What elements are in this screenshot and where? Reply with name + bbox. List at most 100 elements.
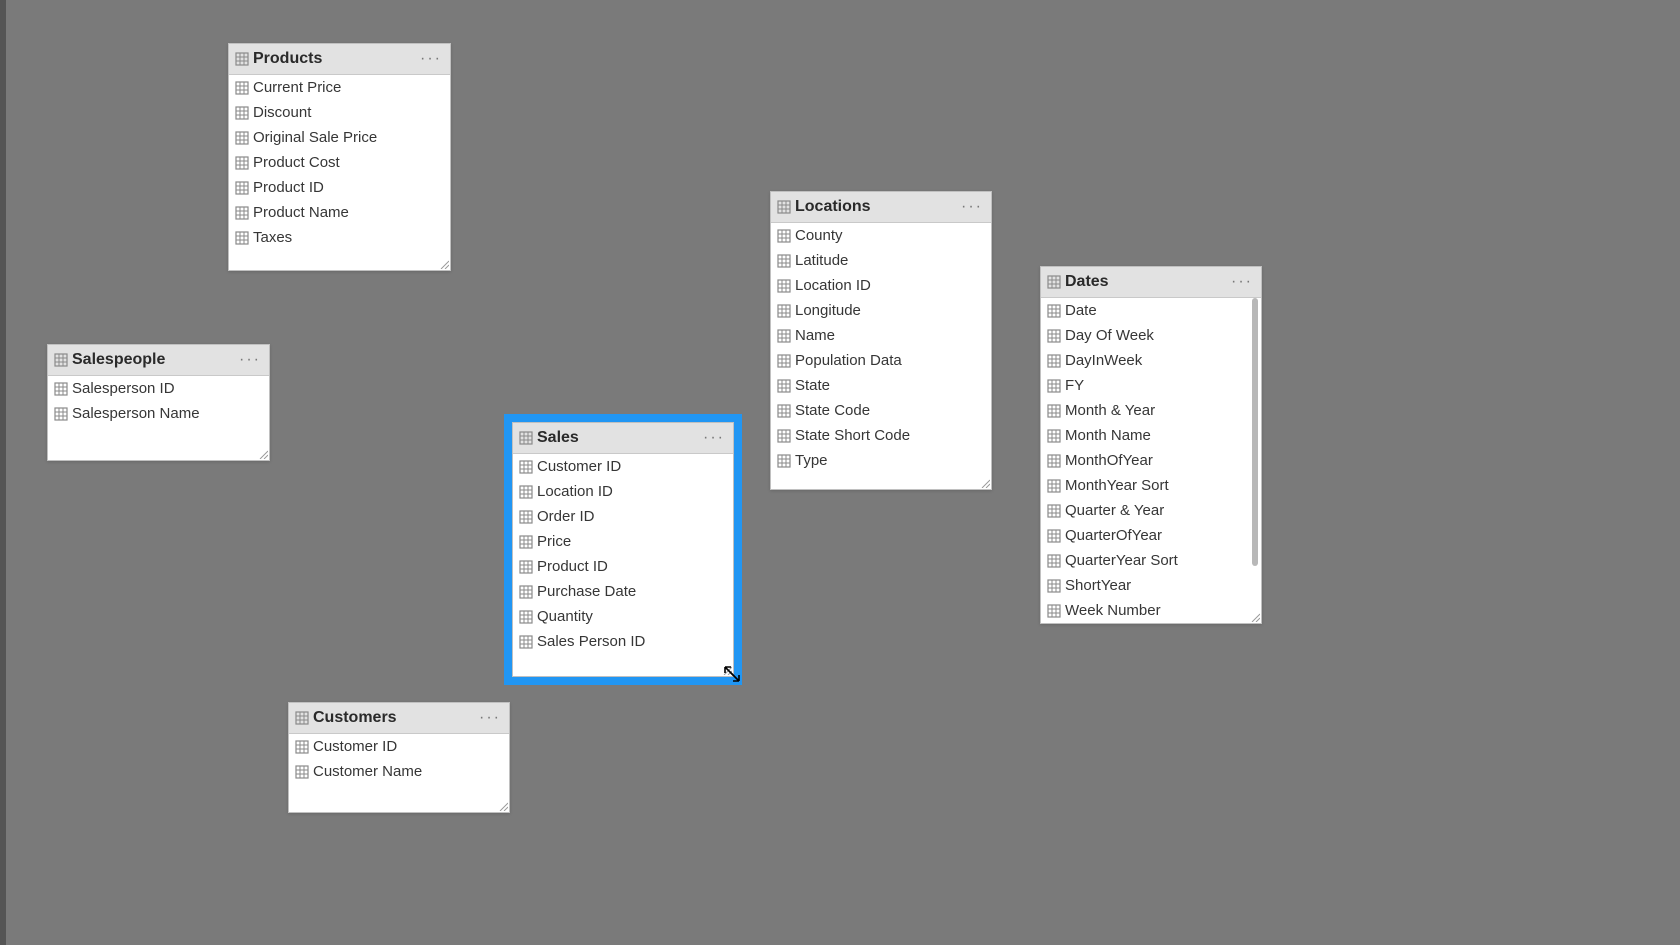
field-item[interactable]: Product Name (229, 200, 450, 225)
field-icon (235, 156, 249, 170)
scrollbar[interactable] (1252, 298, 1260, 613)
field-item[interactable]: Name (771, 323, 991, 348)
more-options-icon[interactable]: ··· (477, 709, 503, 727)
resize-grip-icon[interactable] (258, 449, 268, 459)
table-title: Salespeople (72, 351, 237, 369)
field-item[interactable]: QuarterYear Sort (1041, 548, 1261, 573)
field-label: QuarterOfYear (1065, 527, 1162, 544)
table-header[interactable]: Sales··· (513, 423, 733, 454)
field-item[interactable]: Location ID (513, 479, 733, 504)
field-item[interactable]: Month & Year (1041, 398, 1261, 423)
resize-grip-icon[interactable] (498, 801, 508, 811)
field-item[interactable]: Purchase Date (513, 579, 733, 604)
field-item[interactable]: Customer ID (289, 734, 509, 759)
table-card-customers[interactable]: Customers··· Customer ID Customer Name (288, 702, 510, 813)
scrollbar-thumb[interactable] (1252, 298, 1258, 566)
field-item[interactable]: DayInWeek (1041, 348, 1261, 373)
field-item[interactable]: Product Cost (229, 150, 450, 175)
field-item[interactable]: Customer ID (513, 454, 733, 479)
field-item[interactable]: Original Sale Price (229, 125, 450, 150)
resize-grip-icon[interactable] (980, 478, 990, 488)
table-header[interactable]: Products··· (229, 44, 450, 75)
field-item[interactable]: Location ID (771, 273, 991, 298)
field-label: Customer ID (313, 738, 397, 755)
resize-grip-icon[interactable] (1250, 612, 1260, 622)
field-label: Taxes (253, 229, 292, 246)
field-item[interactable]: County (771, 223, 991, 248)
field-item[interactable]: Quantity (513, 604, 733, 629)
field-item[interactable]: Product ID (229, 175, 450, 200)
table-header[interactable]: Salespeople··· (48, 345, 269, 376)
resize-grip-icon[interactable] (722, 665, 732, 675)
field-item[interactable]: Type (771, 448, 991, 473)
more-options-icon[interactable]: ··· (1229, 273, 1255, 291)
field-label: Original Sale Price (253, 129, 377, 146)
table-header[interactable]: Locations··· (771, 192, 991, 223)
field-item[interactable]: Quarter & Year (1041, 498, 1261, 523)
table-title: Sales (537, 429, 701, 447)
field-item[interactable]: Date (1041, 298, 1261, 323)
field-list: DateDay Of WeekDayInWeekFYMonth & YearMo… (1041, 298, 1261, 623)
field-label: DayInWeek (1065, 352, 1142, 369)
field-icon (519, 610, 533, 624)
field-item[interactable]: Taxes (229, 225, 450, 250)
field-item[interactable]: Longitude (771, 298, 991, 323)
field-item[interactable]: Product ID (513, 554, 733, 579)
field-item[interactable]: Discount (229, 100, 450, 125)
field-item[interactable]: Order ID (513, 504, 733, 529)
table-card-products[interactable]: Products···Current PriceDiscount Original… (228, 43, 451, 271)
field-item[interactable]: MonthYear Sort (1041, 473, 1261, 498)
field-icon (1047, 579, 1061, 593)
field-item[interactable]: Salesperson ID (48, 376, 269, 401)
more-options-icon[interactable]: ··· (701, 429, 727, 447)
field-item[interactable]: Latitude (771, 248, 991, 273)
field-label: Order ID (537, 508, 595, 525)
field-icon (235, 131, 249, 145)
field-icon (777, 454, 791, 468)
field-item[interactable]: Salesperson Name (48, 401, 269, 426)
field-icon (777, 354, 791, 368)
table-header[interactable]: Customers··· (289, 703, 509, 734)
table-card-locations[interactable]: Locations··· County Latitude Location ID Lon… (770, 191, 992, 490)
field-label: Quantity (537, 608, 593, 625)
more-options-icon[interactable]: ··· (959, 198, 985, 216)
field-item[interactable]: QuarterOfYear (1041, 523, 1261, 548)
table-header[interactable]: Dates··· (1041, 267, 1261, 298)
more-options-icon[interactable]: ··· (237, 351, 263, 369)
resize-grip-icon[interactable] (439, 259, 449, 269)
table-card-sales[interactable]: Sales···Customer IDLocation IDOrder IDPr… (512, 422, 734, 677)
field-item[interactable]: Week Number (1041, 598, 1261, 623)
field-icon (1047, 404, 1061, 418)
field-item[interactable]: MonthOfYear (1041, 448, 1261, 473)
field-item[interactable]: FY (1041, 373, 1261, 398)
field-label: Week Number (1065, 602, 1161, 619)
field-icon (519, 485, 533, 499)
field-icon (519, 585, 533, 599)
field-item[interactable]: Customer Name (289, 759, 509, 784)
table-title: Dates (1065, 273, 1229, 291)
field-item[interactable]: Current Price (229, 75, 450, 100)
left-edge-strip (0, 0, 6, 945)
field-item[interactable]: ShortYear (1041, 573, 1261, 598)
field-item[interactable]: State Code (771, 398, 991, 423)
field-item[interactable]: Price (513, 529, 733, 554)
field-item[interactable]: Population Data (771, 348, 991, 373)
field-label: FY (1065, 377, 1084, 394)
field-label: Latitude (795, 252, 848, 269)
field-item[interactable]: Sales Person ID (513, 629, 733, 654)
field-item[interactable]: Month Name (1041, 423, 1261, 448)
table-card-salespeople[interactable]: Salespeople···Salesperson IDSalesperson … (47, 344, 270, 461)
more-options-icon[interactable]: ··· (418, 50, 444, 68)
field-icon (235, 206, 249, 220)
field-item[interactable]: Day Of Week (1041, 323, 1261, 348)
field-label: Longitude (795, 302, 861, 319)
field-icon (54, 382, 68, 396)
field-label: Product Name (253, 204, 349, 221)
field-list: Salesperson IDSalesperson Name (48, 376, 269, 460)
field-icon (54, 407, 68, 421)
field-item[interactable]: State Short Code (771, 423, 991, 448)
table-card-dates[interactable]: Dates···DateDay Of WeekDayInWeekFYMonth … (1040, 266, 1262, 624)
field-icon (235, 106, 249, 120)
field-item[interactable]: State (771, 373, 991, 398)
field-label: County (795, 227, 843, 244)
